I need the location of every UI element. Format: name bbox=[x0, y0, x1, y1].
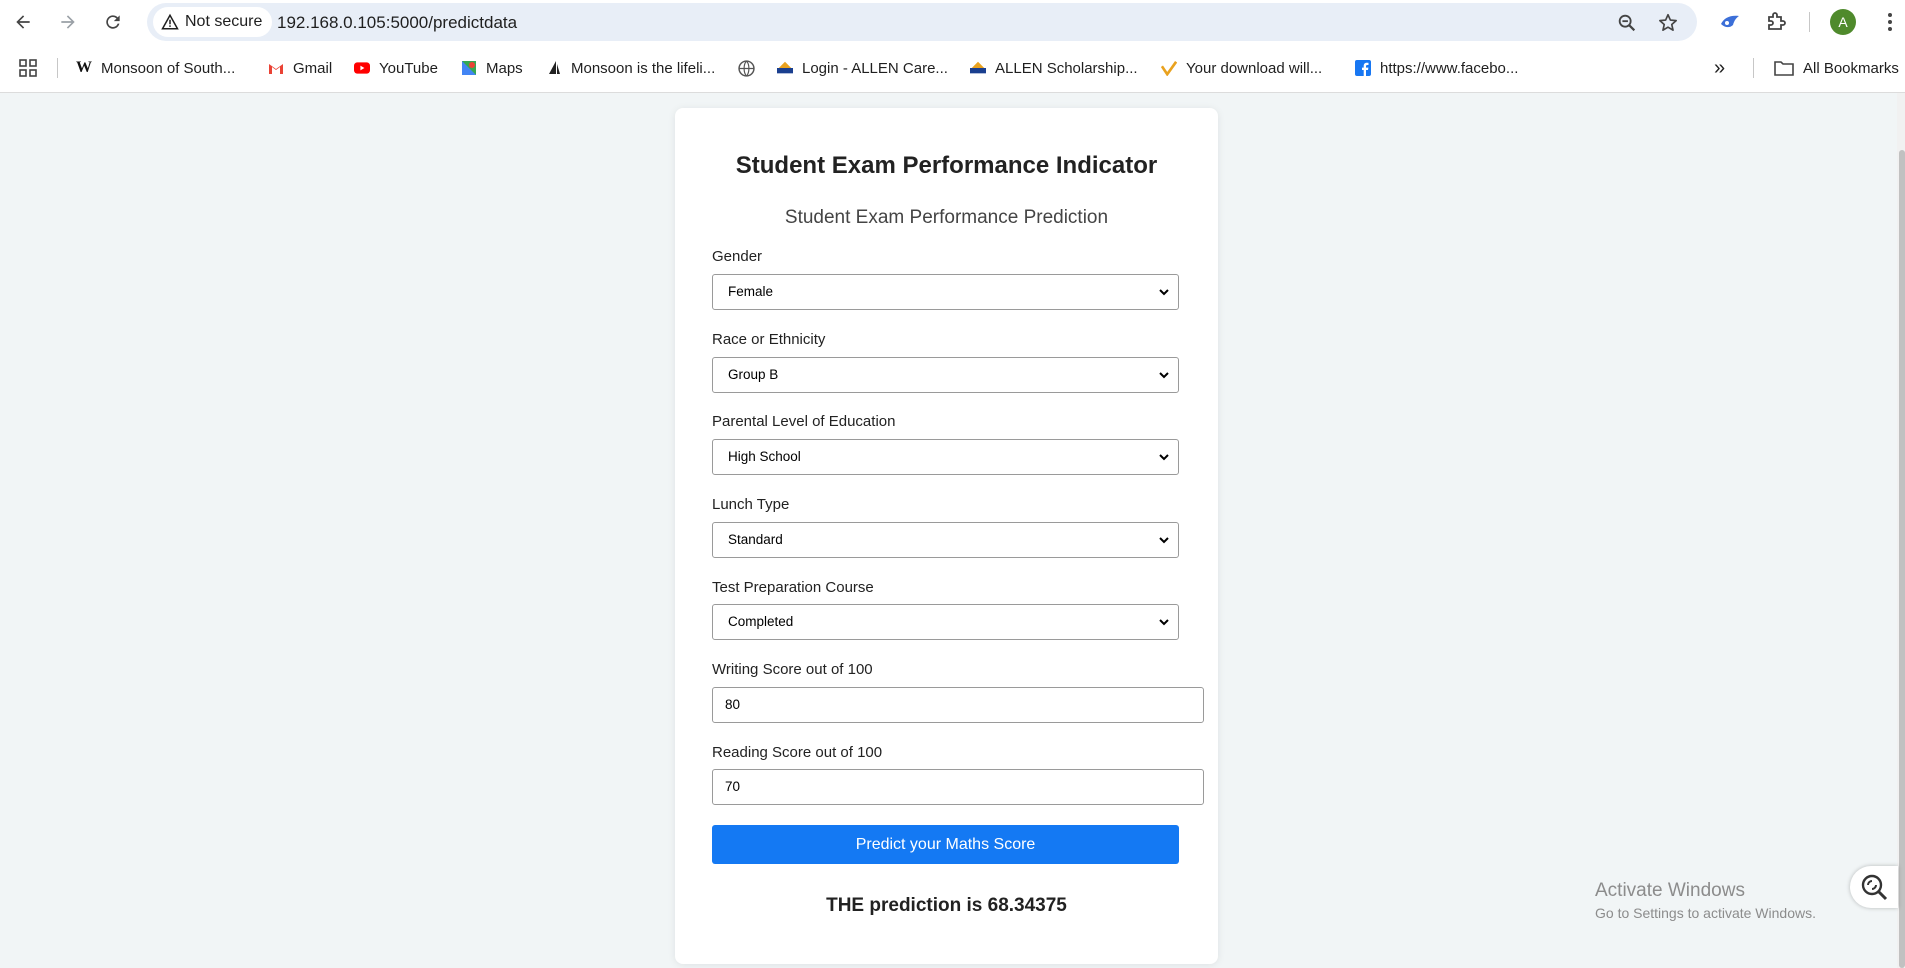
test-prep-selected-value: Completed bbox=[728, 614, 794, 629]
zoom-icon[interactable] bbox=[1616, 12, 1638, 34]
bookmarks-bar: W Monsoon of South... Gmail YouTube Maps… bbox=[0, 44, 1905, 93]
activation-watermark-title: Activate Windows bbox=[1595, 880, 1745, 901]
extensions-puzzle-icon[interactable] bbox=[1764, 10, 1788, 34]
reload-icon[interactable] bbox=[100, 9, 126, 35]
bookmark-item[interactable]: Gmail bbox=[268, 57, 332, 79]
bookmarks-overflow-button[interactable]: » bbox=[1714, 57, 1725, 79]
writing-score-input[interactable]: 80 bbox=[712, 687, 1204, 723]
bookmark-item[interactable]: Monsoon is the lifeli... bbox=[546, 57, 715, 79]
lunch-select[interactable]: Standard bbox=[712, 522, 1179, 558]
chevron-down-icon bbox=[1159, 619, 1169, 626]
ethnicity-selected-value: Group B bbox=[728, 367, 779, 382]
bookmark-star-icon[interactable] bbox=[1657, 12, 1679, 34]
reading-score-label: Reading Score out of 100 bbox=[712, 744, 883, 761]
chevron-down-icon bbox=[1159, 537, 1169, 544]
extension-bird-icon[interactable] bbox=[1718, 10, 1742, 34]
toolbar-divider bbox=[1809, 12, 1810, 32]
bookmark-item[interactable]: https://www.facebo... bbox=[1355, 57, 1518, 79]
chevron-down-icon bbox=[1159, 454, 1169, 461]
bookmark-item[interactable]: ALLEN Scholarship... bbox=[970, 57, 1138, 79]
youtube-icon bbox=[354, 60, 370, 76]
gender-label: Gender bbox=[712, 248, 763, 265]
profile-avatar[interactable]: A bbox=[1830, 9, 1856, 35]
all-bookmarks-button[interactable]: All Bookmarks bbox=[1774, 57, 1899, 79]
test-prep-label: Test Preparation Course bbox=[712, 579, 874, 596]
browser-toolbar: Not secure 192.168.0.105:5000/predictdat… bbox=[0, 0, 1905, 44]
page-title: Student Exam Performance Indicator bbox=[735, 152, 1158, 179]
prediction-result: THE prediction is 68.34375 bbox=[826, 895, 1067, 916]
url-text[interactable]: 192.168.0.105:5000/predictdata bbox=[277, 13, 517, 33]
gender-selected-value: Female bbox=[728, 284, 774, 299]
ethnicity-label: Race or Ethnicity bbox=[712, 331, 826, 348]
form-subtitle: Student Exam Performance Prediction bbox=[784, 207, 1109, 228]
bookmark-item[interactable]: YouTube bbox=[354, 57, 438, 79]
facebook-icon bbox=[1355, 60, 1371, 76]
warning-icon bbox=[161, 13, 179, 30]
prediction-form-card: Student Exam Performance Indicator Stude… bbox=[675, 108, 1218, 964]
bookmark-item[interactable]: Login - ALLEN Care... bbox=[777, 57, 948, 79]
bookmarks-divider bbox=[57, 58, 58, 78]
globe-icon[interactable] bbox=[738, 57, 755, 79]
back-icon[interactable] bbox=[10, 9, 36, 35]
bookmark-item[interactable]: Maps bbox=[461, 57, 523, 79]
menu-kebab-icon[interactable] bbox=[1878, 10, 1902, 34]
reading-score-input[interactable]: 70 bbox=[712, 769, 1204, 805]
allen-logo-icon bbox=[970, 60, 986, 76]
bookmark-item[interactable]: W Monsoon of South... bbox=[76, 57, 235, 79]
folder-icon bbox=[1774, 60, 1794, 76]
security-label: Not secure bbox=[185, 13, 263, 30]
chevron-down-icon bbox=[1159, 289, 1169, 296]
visual-search-icon[interactable] bbox=[1850, 866, 1898, 908]
apps-grid-icon[interactable] bbox=[18, 57, 38, 79]
chevron-down-icon bbox=[1159, 372, 1169, 379]
lunch-selected-value: Standard bbox=[728, 532, 783, 547]
lunch-label: Lunch Type bbox=[712, 496, 790, 513]
wikipedia-icon: W bbox=[76, 59, 92, 76]
address-bar[interactable]: Not secure 192.168.0.105:5000/predictdat… bbox=[147, 3, 1697, 41]
checkmark-logo-icon bbox=[1161, 60, 1177, 76]
parental-education-label: Parental Level of Education bbox=[712, 413, 896, 430]
scrollbar-thumb[interactable] bbox=[1899, 150, 1905, 968]
sail-icon bbox=[546, 60, 562, 76]
predict-button[interactable]: Predict your Maths Score bbox=[712, 825, 1179, 864]
allen-logo-icon bbox=[777, 60, 793, 76]
activation-watermark-subtitle: Go to Settings to activate Windows. bbox=[1595, 905, 1816, 921]
bookmarks-divider bbox=[1753, 58, 1754, 78]
bookmark-item[interactable]: Your download will... bbox=[1161, 57, 1322, 79]
security-chip[interactable]: Not secure bbox=[153, 7, 273, 37]
maps-icon bbox=[461, 60, 477, 76]
gmail-icon bbox=[268, 60, 284, 76]
parental-education-selected-value: High School bbox=[728, 449, 801, 464]
parental-education-select[interactable]: High School bbox=[712, 439, 1179, 475]
test-prep-select[interactable]: Completed bbox=[712, 604, 1179, 640]
gender-select[interactable]: Female bbox=[712, 274, 1179, 310]
writing-score-label: Writing Score out of 100 bbox=[712, 661, 873, 678]
ethnicity-select[interactable]: Group B bbox=[712, 357, 1179, 393]
forward-icon[interactable] bbox=[55, 9, 81, 35]
